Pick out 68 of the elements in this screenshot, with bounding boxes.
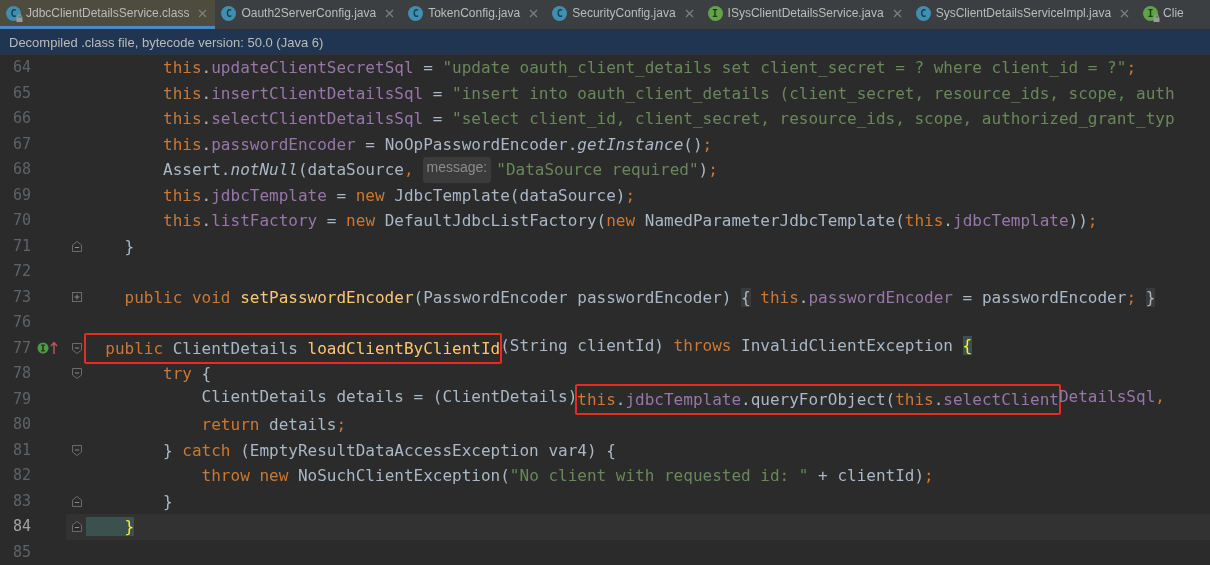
editor-tab[interactable]: I ISysClientDetailsService.java: [701, 0, 910, 29]
code-text: public void setPasswordEncoder(PasswordEncoder passwordEncoder) { this.passwordEncoder = passwordEncoder; }: [123, 286, 1156, 309]
line-number: 66: [11, 108, 31, 129]
editor-tab[interactable]: C SecurityConfig.java: [546, 0, 702, 29]
line-number: 83: [11, 490, 31, 512]
editor-tab[interactable]: C JdbcClientDetailsService.class: [0, 0, 216, 29]
code-text: (String clientId) throws InvalidClientException {: [500, 334, 973, 357]
code-text: return details;: [200, 414, 347, 436]
fold-marker-icon: [71, 495, 82, 507]
line-number: 82: [11, 465, 31, 486]
class-icon: C: [6, 5, 21, 21]
fold-marker-icon: [71, 240, 82, 252]
close-icon: [529, 8, 539, 18]
code-text: this.listFactory = new DefaultJdbcListFactory(new NamedParameterJdbcTemplate(this.jdbcTemplate));: [162, 210, 1098, 232]
code-text: throw new NoSuchClientException("No client with requested id: " + clientId);: [200, 465, 934, 487]
fold-marker-icon: [71, 368, 82, 380]
fold-marker-icon: [71, 444, 82, 456]
line-number: 76: [11, 312, 31, 333]
line-number: 68: [11, 159, 31, 180]
interface-icon: I: [707, 5, 723, 21]
code-text: this.updateClientSecretSql = "update oauth_client_details set client_secret = ? where client_id = ?";: [162, 57, 1136, 79]
line-number: 69: [11, 184, 31, 206]
code-text: "DataSource required");: [496, 159, 718, 181]
code-text: this.jdbcTemplate = new JdbcTemplate(dataSource);: [162, 184, 636, 207]
line-number: 64: [11, 57, 31, 78]
code-text: this.insertClientDetailsSql = "insert into oauth_client_details (client_secret, resource_ids, scope, auth: [162, 82, 1175, 105]
close-icon: [684, 8, 694, 18]
code-text: } catch (EmptyResultDataAccessException var4) {: [162, 439, 616, 462]
code-text: this.selectClientDetailsSql = "select client_id, client_secret, resource_ids, scope, authorized_grant_typ: [162, 108, 1175, 130]
class-icon: C: [221, 5, 237, 21]
inlay-hint: message:: [422, 157, 492, 183]
editor-tab[interactable]: C Oauth2ServerConfig.java: [215, 0, 403, 29]
code-text: ClientDetails details = (ClientDetails): [200, 385, 578, 408]
class-icon: C: [408, 5, 424, 21]
class-icon: C: [552, 5, 568, 21]
close-icon: [385, 8, 395, 18]
highlighted-code: this.jdbcTemplate.queryForObject(this.selectClient: [575, 383, 1061, 415]
fold-marker-icon: [71, 342, 82, 354]
line-number: 81: [11, 439, 31, 461]
editor-tab[interactable]: C SysClientDetailsServiceImpl.java: [909, 0, 1138, 29]
line-number: 84: [11, 516, 31, 537]
code-text: }: [123, 235, 135, 258]
close-icon: [1120, 8, 1130, 18]
editor-tab[interactable]: C TokenConfig.java: [402, 0, 547, 29]
line-number: 85: [11, 541, 31, 563]
close-icon: [198, 8, 208, 18]
line-number: 79: [11, 388, 31, 410]
line-number: 71: [11, 235, 31, 257]
line-number: 72: [11, 261, 31, 282]
code-text: }: [162, 490, 173, 513]
fold-marker-icon: [71, 291, 82, 303]
info-bar: Decompiled .class file, bytecode version: 50.0 (Java 6): [0, 30, 1210, 55]
line-number: 77: [11, 337, 31, 359]
code-text: Assert.notNull(dataSource,: [162, 159, 414, 181]
line-number: 78: [11, 363, 31, 384]
interface-icon: I: [1143, 5, 1159, 21]
code-text: this.passwordEncoder = NoOpPasswordEncoder.getInstance();: [162, 133, 713, 156]
highlighted-code: public ClientDetails loadClientByClientId: [84, 332, 503, 364]
editor-tab[interactable]: I Clie: [1137, 0, 1196, 29]
line-number: 65: [11, 82, 31, 104]
line-number: 73: [11, 286, 31, 308]
code-text: try {: [162, 363, 212, 385]
class-icon: C: [915, 5, 931, 21]
close-icon: [892, 8, 902, 18]
line-number: 67: [11, 133, 31, 155]
fold-marker-icon: [71, 521, 82, 533]
line-number: 70: [11, 210, 31, 231]
line-number: 80: [11, 414, 31, 435]
